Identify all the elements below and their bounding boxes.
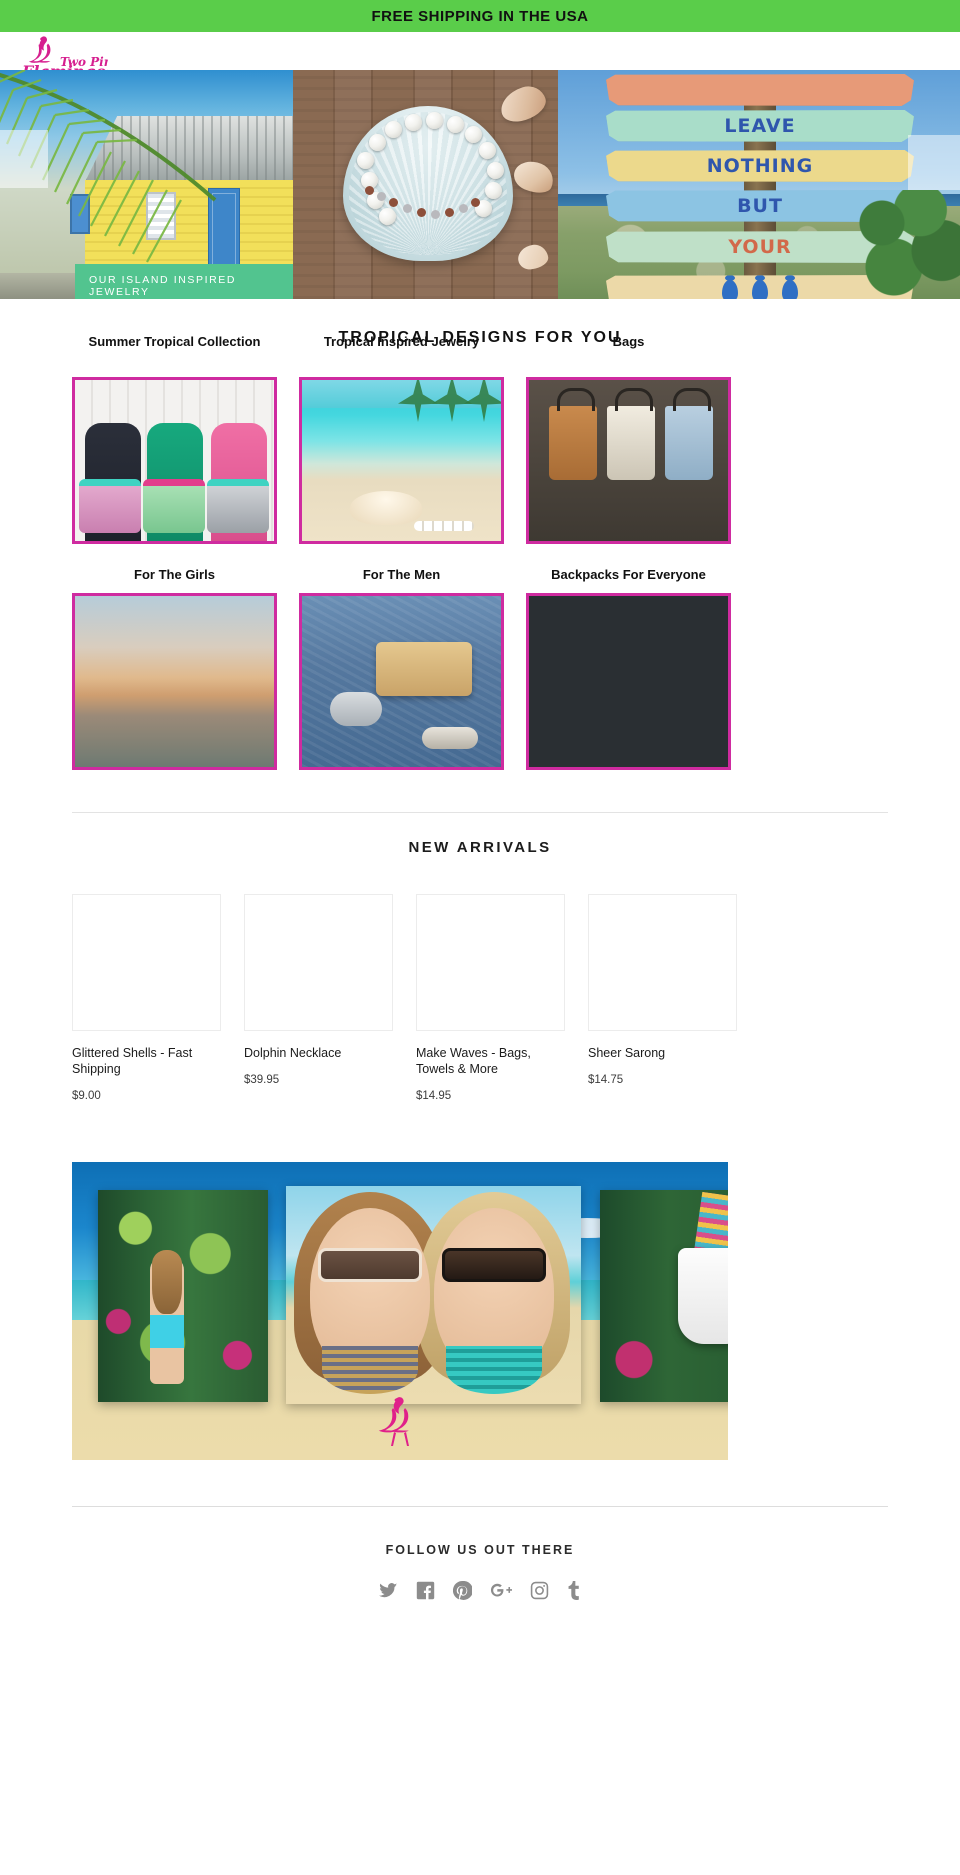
- social-links: [0, 1557, 960, 1600]
- flamingo-logo-icon: [378, 1397, 409, 1446]
- product-price: $14.75: [588, 1074, 624, 1086]
- collection-image[interactable]: [299, 377, 504, 544]
- google-plus-icon[interactable]: [490, 1581, 512, 1600]
- lifestyle-photo-bag: [600, 1190, 728, 1402]
- collection-card-for-the-girls[interactable]: For The Girls: [72, 566, 277, 770]
- collections-row-2: For The Girls For The Men Backpacks For …: [72, 566, 888, 770]
- signpost-plank-0: [606, 74, 914, 106]
- tumblr-icon[interactable]: [567, 1581, 581, 1600]
- collection-image[interactable]: [299, 593, 504, 770]
- collection-card-summer-tropical[interactable]: Summer Tropical Collection: [72, 333, 277, 544]
- signpost-plank-nothing: NOTHING: [606, 150, 914, 182]
- lifestyle-photo-necklaces: [286, 1186, 581, 1404]
- twitter-icon[interactable]: [379, 1581, 398, 1600]
- collection-card-backpacks[interactable]: Backpacks For Everyone: [526, 566, 731, 770]
- collection-image[interactable]: [72, 593, 277, 770]
- hero-image-beach-signpost: LEAVE NOTHING BUT YOUR: [558, 70, 960, 299]
- pinterest-icon[interactable]: [453, 1581, 472, 1600]
- signpost-plank-leave: LEAVE: [606, 110, 914, 142]
- footprint-icon: [722, 275, 738, 299]
- collection-title: For The Girls: [134, 567, 215, 582]
- hero-slideshow[interactable]: LEAVE NOTHING BUT YOUR OUR ISLAND INSPIR…: [0, 70, 960, 299]
- collection-card-for-the-men[interactable]: For The Men: [299, 566, 504, 770]
- collection-image[interactable]: [526, 377, 731, 544]
- collection-card-bags[interactable]: Bags: [526, 333, 731, 544]
- collection-title: Summer Tropical Collection: [88, 334, 261, 349]
- product-card[interactable]: Dolphin Necklace $39.95: [244, 894, 393, 1102]
- product-title: Glittered Shells - Fast Shipping: [72, 1046, 193, 1076]
- bead-bracelet: [359, 178, 489, 232]
- product-card[interactable]: Glittered Shells - Fast Shipping $9.00: [72, 894, 221, 1102]
- collections-row-1: Summer Tropical Collection Tropical Insp…: [72, 333, 888, 544]
- product-image[interactable]: [72, 894, 221, 1031]
- product-title: Dolphin Necklace: [244, 1046, 342, 1060]
- announcement-bar: FREE SHIPPING IN THE USA: [0, 0, 960, 32]
- hero-image-pearl-jewelry: [293, 70, 558, 299]
- new-arrivals-heading: NEW ARRIVALS: [408, 839, 552, 856]
- collections-section: TROPICAL DESIGNS FOR YOU Summer Tropical…: [0, 299, 960, 770]
- collection-title: Tropical Inspired Jewelry: [323, 334, 480, 349]
- lifestyle-banner[interactable]: [72, 1162, 728, 1460]
- product-price: $9.00: [72, 1090, 101, 1102]
- collection-image[interactable]: [72, 377, 277, 544]
- product-image[interactable]: [416, 894, 565, 1031]
- product-card[interactable]: Make Waves - Bags, Towels & More $14.95: [416, 894, 565, 1102]
- lifestyle-photo-sarong: [98, 1190, 268, 1402]
- product-price: $39.95: [244, 1074, 280, 1086]
- collection-title: Bags: [612, 334, 645, 349]
- product-title: Sheer Sarong: [588, 1046, 666, 1060]
- collection-title: Backpacks For Everyone: [551, 567, 706, 582]
- product-image[interactable]: [588, 894, 737, 1031]
- product-title: Make Waves - Bags, Towels & More: [416, 1046, 531, 1076]
- footprint-icon: [782, 275, 798, 299]
- announcement-text: FREE SHIPPING IN THE USA: [371, 7, 589, 25]
- new-arrivals-section: NEW ARRIVALS Glittered Shells - Fast Shi…: [0, 813, 960, 1102]
- site-header: Two Pink Flamingos: [0, 32, 960, 78]
- instagram-icon[interactable]: [530, 1581, 549, 1600]
- product-price: $14.95: [416, 1090, 452, 1102]
- facebook-icon[interactable]: [416, 1581, 435, 1600]
- hero-cta-label: OUR ISLAND INSPIRED JEWELRY: [89, 274, 237, 298]
- collection-image[interactable]: [526, 593, 731, 770]
- footprint-icon: [752, 275, 768, 299]
- product-image[interactable]: [244, 894, 393, 1031]
- hero-cta-button[interactable]: OUR ISLAND INSPIRED JEWELRY ›: [75, 264, 293, 299]
- product-card[interactable]: Sheer Sarong $14.75: [588, 894, 737, 1102]
- collection-title: For The Men: [362, 567, 441, 582]
- collection-card-tropical-jewelry[interactable]: Tropical Inspired Jewelry: [299, 333, 504, 544]
- follow-heading: FOLLOW US OUT THERE: [385, 1543, 575, 1557]
- product-grid: Glittered Shells - Fast Shipping $9.00 D…: [72, 894, 888, 1102]
